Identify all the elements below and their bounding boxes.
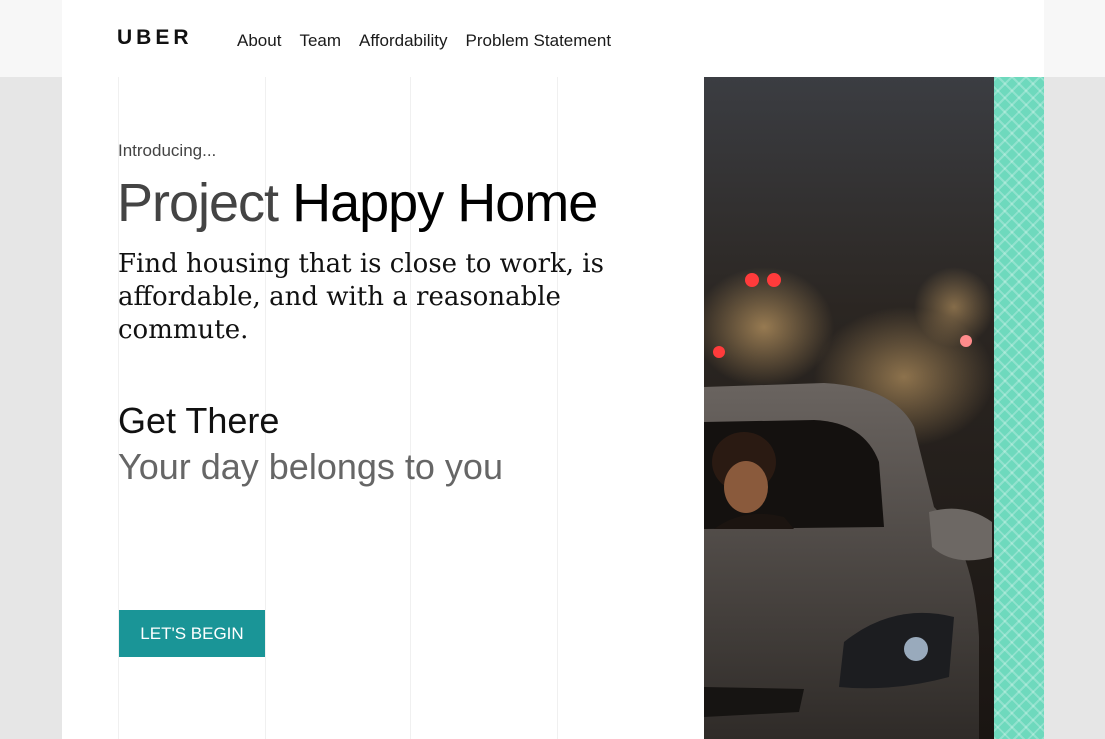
page-container: UBER About Team Affordability Problem St… bbox=[62, 0, 1044, 739]
nav-affordability[interactable]: Affordability bbox=[359, 31, 448, 51]
title-bold: Happy Home bbox=[292, 173, 598, 233]
nav-team[interactable]: Team bbox=[299, 31, 341, 51]
nav-problem-statement[interactable]: Problem Statement bbox=[466, 31, 612, 51]
intro-text: Introducing... bbox=[118, 141, 217, 160]
main-nav: About Team Affordability Problem Stateme… bbox=[237, 31, 629, 51]
page-title: Project Happy Home bbox=[117, 172, 598, 234]
hero-photo bbox=[704, 77, 994, 739]
subheading: Get There bbox=[118, 400, 280, 441]
title-light: Project bbox=[117, 173, 279, 233]
lets-begin-button[interactable]: LET'S BEGIN bbox=[119, 610, 265, 657]
uber-logo[interactable]: UBER bbox=[117, 26, 193, 50]
decorative-pattern-strip bbox=[994, 77, 1044, 739]
tagline: Find housing that is close to work, is a… bbox=[118, 249, 604, 345]
subtext: Your day belongs to you bbox=[118, 446, 503, 487]
night-city-car-photo-icon bbox=[704, 77, 994, 739]
nav-about[interactable]: About bbox=[237, 31, 281, 51]
